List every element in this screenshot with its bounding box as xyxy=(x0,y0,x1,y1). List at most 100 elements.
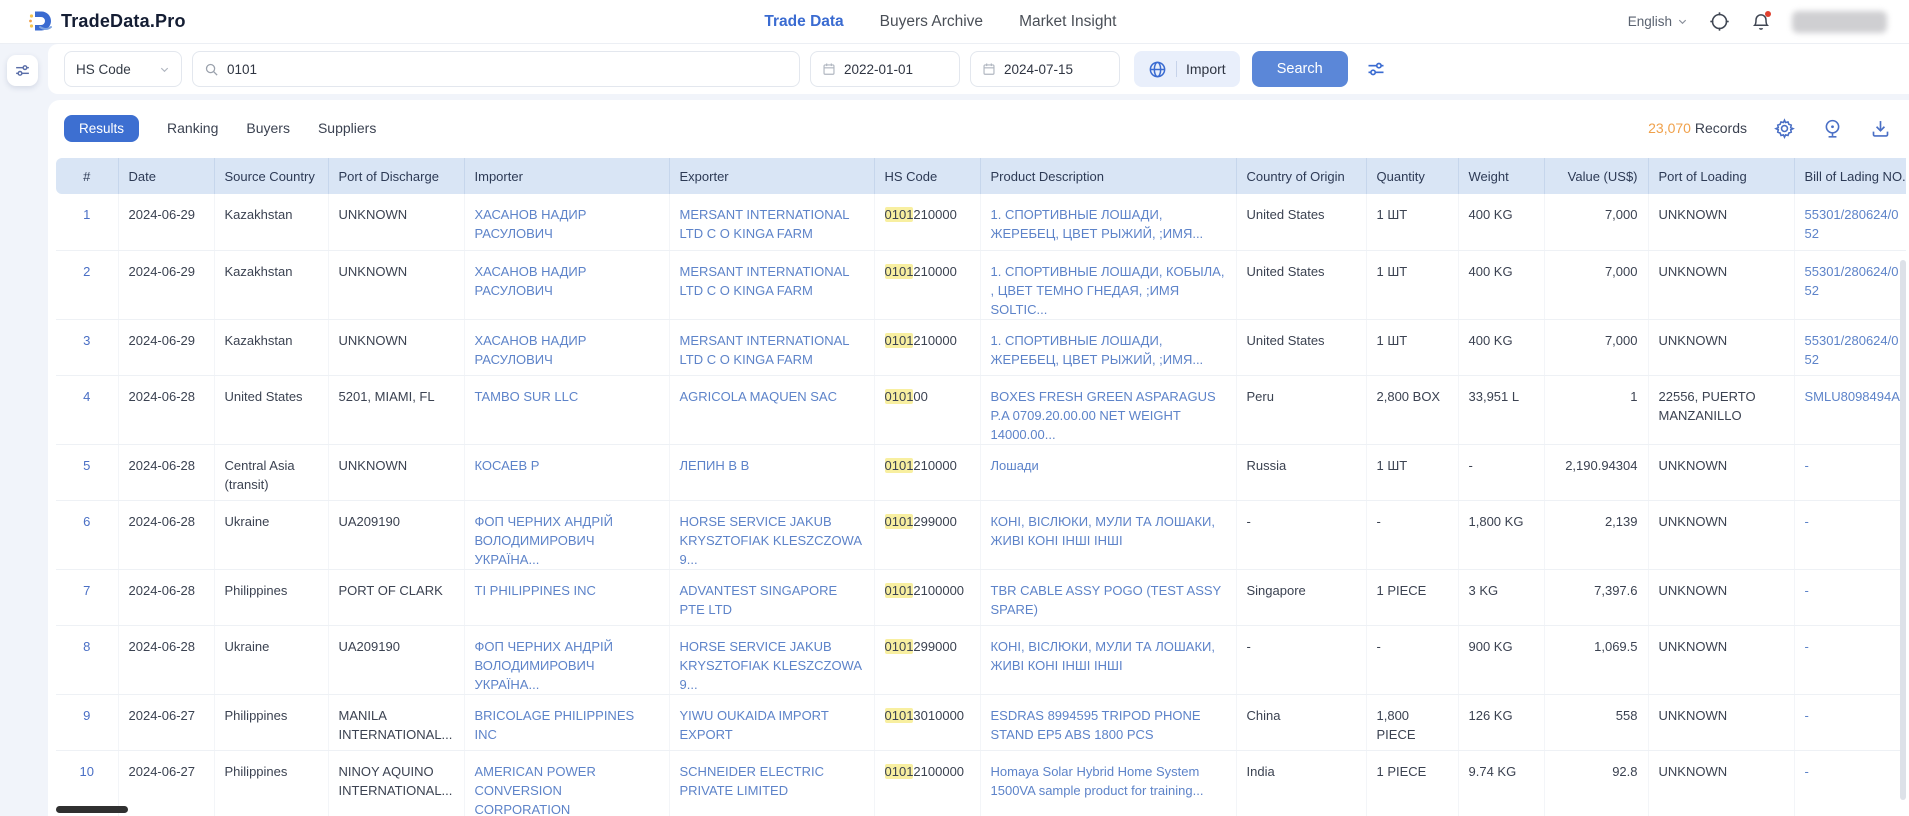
row-number-link[interactable]: 2 xyxy=(83,264,90,279)
cell-exporter: ЛЕПИН В В xyxy=(669,444,875,501)
cell-country-of-origin: United States xyxy=(1236,194,1367,251)
brand-logo-icon xyxy=(28,9,54,35)
search-input[interactable] xyxy=(227,61,788,77)
search-category-select[interactable]: HS Code xyxy=(64,51,182,87)
horizontal-scrollbar[interactable] xyxy=(56,806,128,813)
product-description-link[interactable]: КОНІ, ВІСЛЮКИ, МУЛИ ТА ЛОШАКИ, ЖИВІ КОНІ… xyxy=(991,514,1216,548)
date-from-input[interactable] xyxy=(844,61,948,77)
cell-date: 2024-06-28 xyxy=(118,444,215,501)
row-number-link[interactable]: 10 xyxy=(80,764,94,779)
tab-buyers[interactable]: Buyers xyxy=(246,114,290,142)
bill-of-lading-link[interactable]: - xyxy=(1805,639,1809,654)
exporter-link[interactable]: ЛЕПИН В В xyxy=(680,458,750,473)
date-to-field[interactable] xyxy=(970,51,1120,87)
product-description-link[interactable]: ESDRAS 8994595 TRIPOD PHONE STAND EP5 AB… xyxy=(991,708,1201,742)
download-icon[interactable] xyxy=(1869,117,1891,139)
importer-link[interactable]: BRICOLAGE PHILIPPINES INC xyxy=(475,708,635,742)
row-number-link[interactable]: 1 xyxy=(83,207,90,222)
importer-link[interactable]: КОСАЕВ Р xyxy=(475,458,540,473)
nav-buyers-archive[interactable]: Buyers Archive xyxy=(880,13,983,31)
row-number-link[interactable]: 8 xyxy=(83,639,90,654)
tab-results[interactable]: Results xyxy=(64,114,140,142)
product-description-link[interactable]: BOXES FRESH GREEN ASPARAGUS P.A 0709.20.… xyxy=(991,389,1216,442)
importer-link[interactable]: ХАСАНОВ НАДИР РАСУЛОВИЧ xyxy=(475,333,587,367)
exporter-link[interactable]: MERSANT INTERNATIONAL LTD C O KINGA FARM xyxy=(680,333,850,367)
tab-ranking[interactable]: Ranking xyxy=(167,114,218,142)
import-button[interactable]: Import xyxy=(1134,51,1240,87)
cell-hs-code: 0101210000 xyxy=(874,250,981,320)
date-to-input[interactable] xyxy=(1004,61,1108,77)
importer-link[interactable]: TAMBO SUR LLC xyxy=(475,389,579,404)
sidebar-toggle-button[interactable] xyxy=(7,55,38,86)
product-description-link[interactable]: 1. СПОРТИВНЫЕ ЛОШАДИ, КОБЫЛА, , ЦВЕТ ТЕМ… xyxy=(991,264,1225,317)
exporter-link[interactable]: HORSE SERVICE JAKUB KRYSZTOFIAK KLESZCZO… xyxy=(680,514,862,567)
cell-index: 1 xyxy=(56,194,119,251)
advanced-filters-button[interactable] xyxy=(1366,59,1386,79)
cell-importer: TI PHILIPPINES INC xyxy=(464,569,670,626)
exporter-link[interactable]: YIWU OUKAIDA IMPORT EXPORT xyxy=(680,708,829,742)
exporter-link[interactable]: AGRICOLA MAQUEN SAC xyxy=(680,389,837,404)
nav-market-insight[interactable]: Market Insight xyxy=(1019,13,1116,31)
bill-of-lading-link[interactable]: - xyxy=(1805,708,1809,723)
tab-suppliers[interactable]: Suppliers xyxy=(318,114,376,142)
table-row: 2 2024-06-29 Kazakhstan UNKNOWN ХАСАНОВ … xyxy=(56,250,1906,320)
importer-link[interactable]: ФОП ЧЕРНИХ АНДРІЙ ВОЛОДИМИРОВИЧ УКРАЇНА.… xyxy=(475,639,613,692)
col-port-of-loading: Port of Loading xyxy=(1648,158,1795,194)
bill-of-lading-link[interactable]: - xyxy=(1805,583,1809,598)
exporter-link[interactable]: MERSANT INTERNATIONAL LTD C O KINGA FARM xyxy=(680,207,850,241)
importer-link[interactable]: TI PHILIPPINES INC xyxy=(475,583,596,598)
gear-icon[interactable] xyxy=(1773,117,1795,139)
search-button[interactable]: Search xyxy=(1251,51,1348,87)
support-target-icon[interactable] xyxy=(1708,11,1730,33)
globe-stand-icon[interactable] xyxy=(1821,117,1843,139)
exporter-link[interactable]: HORSE SERVICE JAKUB KRYSZTOFIAK KLESZCZO… xyxy=(680,639,862,692)
product-description-link[interactable]: 1. СПОРТИВНЫЕ ЛОШАДИ, ЖЕРЕБЕЦ, ЦВЕТ РЫЖИ… xyxy=(991,207,1204,241)
row-number-link[interactable]: 6 xyxy=(83,514,90,529)
col-index: # xyxy=(56,158,119,194)
hs-code-rest: 2100000 xyxy=(913,582,965,598)
cell-index: 8 xyxy=(56,625,119,695)
cell-quantity: - xyxy=(1366,500,1459,570)
exporter-link[interactable]: SCHNEIDER ELECTRIC PRIVATE LIMITED xyxy=(680,764,824,798)
nav-trade-data[interactable]: Trade Data xyxy=(764,13,843,31)
bill-of-lading-link[interactable]: - xyxy=(1805,458,1809,473)
bill-of-lading-link[interactable]: 55301/280624/0 52 xyxy=(1805,264,1899,298)
cell-country-of-origin: Russia xyxy=(1236,444,1367,501)
row-number-link[interactable]: 4 xyxy=(83,389,90,404)
cell-date: 2024-06-28 xyxy=(118,625,215,695)
importer-link[interactable]: ХАСАНОВ НАДИР РАСУЛОВИЧ xyxy=(475,207,587,241)
brand[interactable]: TradeData.Pro xyxy=(28,9,186,35)
cell-port-of-discharge: MANILA INTERNATIONAL... xyxy=(328,694,465,751)
cell-quantity: 1 PIECE xyxy=(1366,750,1459,816)
row-number-link[interactable]: 5 xyxy=(83,458,90,473)
importer-link[interactable]: ФОП ЧЕРНИХ АНДРІЙ ВОЛОДИМИРОВИЧ УКРАЇНА.… xyxy=(475,514,613,567)
bill-of-lading-link[interactable]: - xyxy=(1805,514,1809,529)
cell-date: 2024-06-28 xyxy=(118,500,215,570)
bell-icon[interactable] xyxy=(1750,10,1772,33)
vertical-scrollbar[interactable] xyxy=(1900,260,1906,800)
importer-link[interactable]: ХАСАНОВ НАДИР РАСУЛОВИЧ xyxy=(475,264,587,298)
row-number-link[interactable]: 7 xyxy=(83,583,90,598)
product-description-link[interactable]: Homaya Solar Hybrid Home System 1500VA s… xyxy=(991,764,1204,798)
cell-port-of-loading: UNKNOWN xyxy=(1648,694,1795,751)
importer-link[interactable]: AMERICAN POWER CONVERSION CORPORATION xyxy=(475,764,596,816)
row-number-link[interactable]: 3 xyxy=(83,333,90,348)
date-from-field[interactable] xyxy=(810,51,960,87)
bill-of-lading-link[interactable]: 55301/280624/0 52 xyxy=(1805,207,1899,241)
exporter-link[interactable]: ADVANTEST SINGAPORE PTE LTD xyxy=(680,583,838,617)
exporter-link[interactable]: MERSANT INTERNATIONAL LTD C O KINGA FARM xyxy=(680,264,850,298)
bill-of-lading-link[interactable]: 55301/280624/0 52 xyxy=(1805,333,1899,367)
product-description-link[interactable]: Лошади xyxy=(991,458,1039,473)
user-account-blurred[interactable] xyxy=(1792,10,1887,33)
cell-hs-code: 01012100000 xyxy=(874,750,981,816)
product-description-link[interactable]: TBR CABLE ASSY POGO (TEST ASSY SPARE) xyxy=(991,583,1221,617)
row-number-link[interactable]: 9 xyxy=(83,708,90,723)
bill-of-lading-link[interactable]: SMLU8098494A xyxy=(1805,389,1900,404)
language-selector[interactable]: English xyxy=(1628,14,1688,29)
bill-of-lading-link[interactable]: - xyxy=(1805,764,1809,779)
cell-index: 4 xyxy=(56,375,119,445)
brand-name: TradeData.Pro xyxy=(61,11,186,31)
product-description-link[interactable]: КОНІ, ВІСЛЮКИ, МУЛИ ТА ЛОШАКИ, ЖИВІ КОНІ… xyxy=(991,639,1216,673)
product-description-link[interactable]: 1. СПОРТИВНЫЕ ЛОШАДИ, ЖЕРЕБЕЦ, ЦВЕТ РЫЖИ… xyxy=(991,333,1204,367)
cell-date: 2024-06-27 xyxy=(118,694,215,751)
